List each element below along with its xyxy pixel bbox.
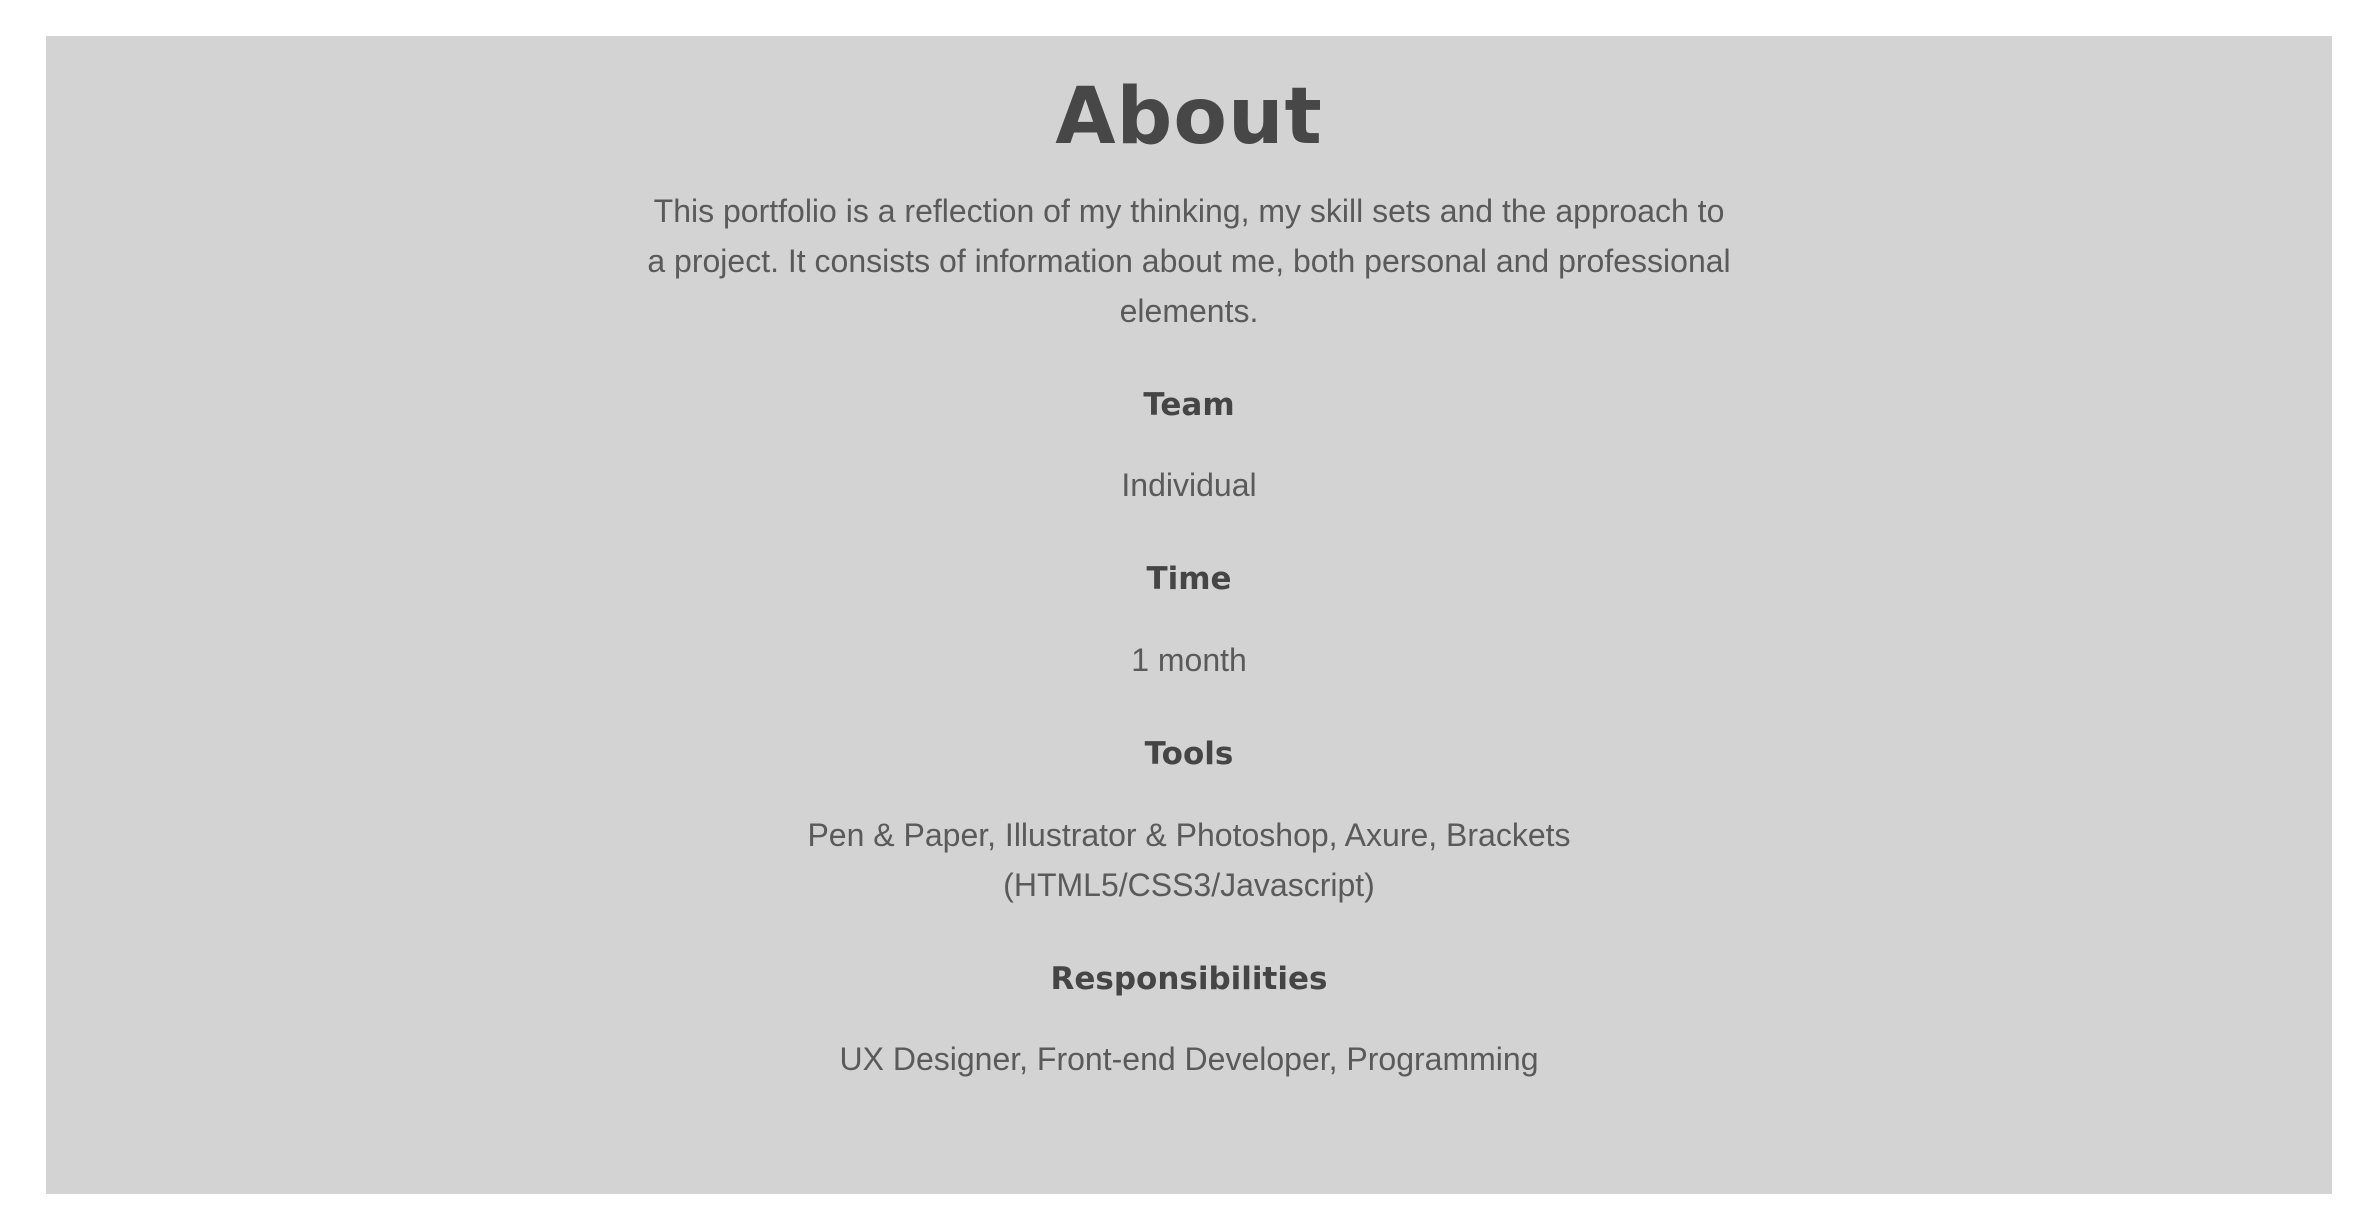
time-value: 1 month [1131, 642, 1247, 678]
tools-value: Pen & Paper, Illustrator & Photoshop, Ax… [807, 817, 1571, 903]
time-heading: Time [1146, 561, 1232, 597]
about-intro: This portfolio is a reflection of my thi… [647, 193, 1731, 329]
about-title: About [1055, 72, 1323, 162]
tools-heading: Tools [1144, 736, 1234, 772]
responsibilities-value: UX Designer, Front-end Developer, Progra… [839, 1041, 1539, 1077]
responsibilities-heading: Responsibilities [1050, 961, 1328, 997]
about-panel: About This portfolio is a reflection of … [46, 36, 2332, 1194]
team-value: Individual [1121, 467, 1257, 503]
team-heading: Team [1143, 387, 1235, 423]
